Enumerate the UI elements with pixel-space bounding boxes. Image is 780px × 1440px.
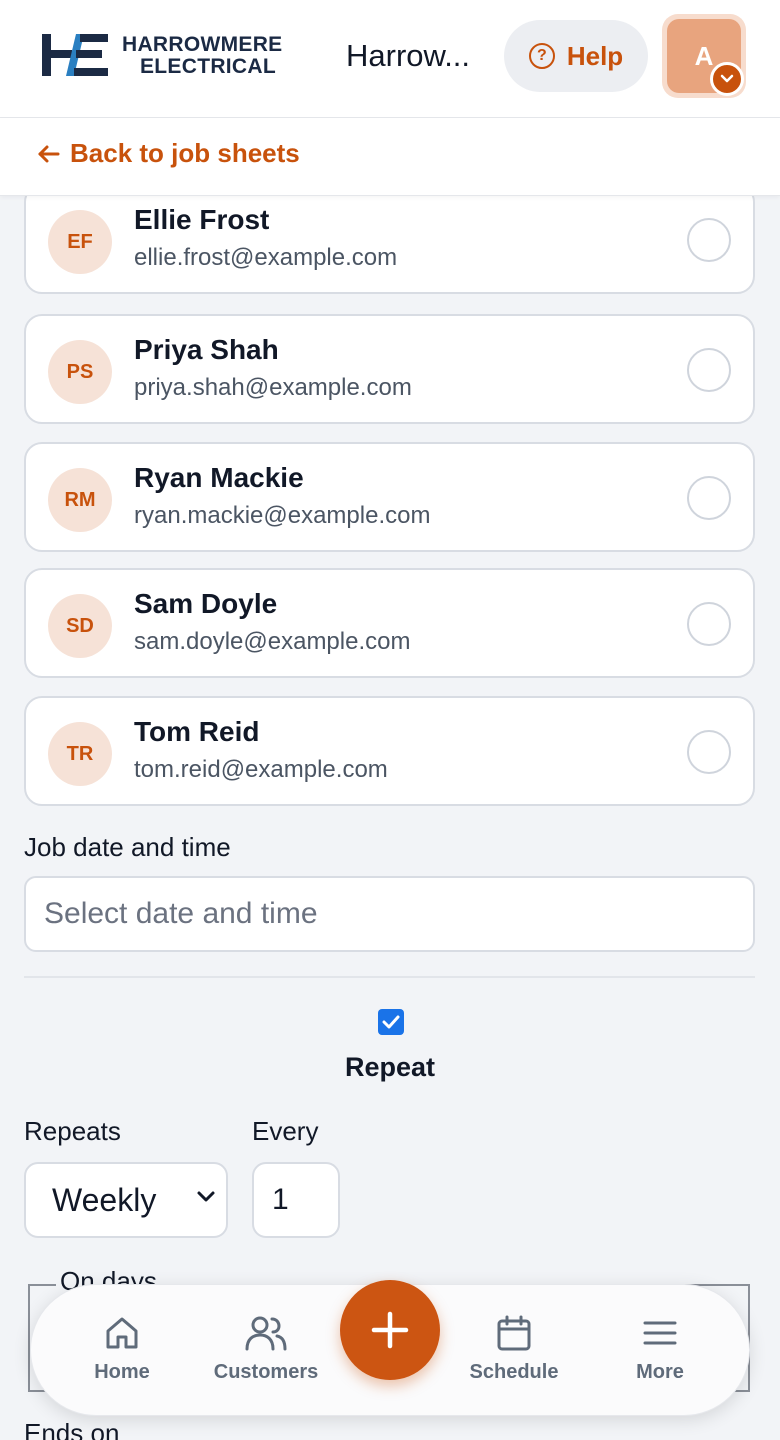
nav-home[interactable]: Home — [57, 1313, 187, 1384]
assignee-radio[interactable] — [687, 348, 731, 392]
assignee-option[interactable]: SD Sam Doyle sam.doyle@example.com — [24, 568, 755, 678]
every-label: Every — [252, 1116, 319, 1146]
repeats-select[interactable]: Weekly — [24, 1162, 228, 1238]
assignee-initials: TR — [48, 722, 112, 786]
assignee-name: Priya Shah — [134, 334, 279, 365]
question-circle-icon: ? — [528, 43, 555, 69]
assignee-name: Ellie Frost — [134, 204, 270, 235]
chevron-down-icon — [710, 62, 744, 96]
brand-wordmark: HARROWMERE ELECTRICAL — [122, 34, 283, 78]
help-label: Help — [566, 40, 624, 71]
assignee-initials: SD — [48, 594, 112, 658]
assignee-radio[interactable] — [687, 602, 731, 646]
chevron-down-icon — [197, 1191, 215, 1202]
assignee-email: ellie.frost@example.com — [134, 244, 398, 271]
add-button[interactable] — [340, 1280, 440, 1380]
assignee-name: Tom Reid — [134, 716, 260, 747]
brand-logo-mark-icon — [42, 34, 108, 76]
assignee-initials: EF — [48, 210, 112, 274]
repeats-label: Repeats — [24, 1116, 121, 1146]
help-button[interactable]: ? Help — [504, 20, 648, 92]
ends-on-label: Ends on — [24, 1418, 120, 1440]
job-date-input[interactable] — [24, 876, 755, 952]
assignee-option[interactable]: EF Ellie Frost ellie.frost@example.com — [24, 196, 755, 294]
users-icon — [245, 1316, 287, 1351]
assignee-radio[interactable] — [687, 218, 731, 262]
assignee-option[interactable]: TR Tom Reid tom.reid@example.com — [24, 696, 755, 806]
assignee-option[interactable]: PS Priya Shah priya.shah@example.com — [24, 314, 755, 424]
back-to-job-sheets-link[interactable]: Back to job sheets — [36, 138, 300, 169]
repeats-select-value: Weekly — [52, 1181, 157, 1218]
nav-customers[interactable]: Customers — [201, 1313, 331, 1384]
assignee-name: Sam Doyle — [134, 588, 278, 619]
home-icon — [106, 1317, 138, 1349]
every-interval-value: 1 — [272, 1183, 289, 1216]
back-bar: Back to job sheets — [0, 118, 780, 196]
nav-home-label: Home — [94, 1361, 150, 1383]
repeat-label: Repeat — [344, 1052, 436, 1082]
nav-more-label: More — [636, 1361, 684, 1383]
assignee-email: ryan.mackie@example.com — [134, 502, 431, 529]
assignee-email: tom.reid@example.com — [134, 756, 388, 783]
nav-schedule[interactable]: Schedule — [449, 1313, 579, 1384]
app-title: Harrow... — [346, 38, 471, 73]
assignee-initials: RM — [48, 468, 112, 532]
job-date-label: Job date and time — [24, 832, 231, 862]
brand-line-1: HARROWMERE — [122, 33, 283, 56]
assignee-name: Ryan Mackie — [134, 462, 304, 493]
calendar-icon — [497, 1315, 531, 1351]
brand-line-2: ELECTRICAL — [140, 55, 276, 78]
nav-more[interactable]: More — [595, 1313, 725, 1384]
arrow-left-icon — [38, 145, 60, 162]
assignee-radio[interactable] — [687, 730, 731, 774]
back-link-label: Back to job sheets — [70, 138, 300, 168]
app-header: HARROWMERE ELECTRICAL Harrow... ? Help A — [0, 0, 780, 118]
assignee-initials: PS — [48, 340, 112, 404]
assignee-email: priya.shah@example.com — [134, 374, 412, 401]
job-form: EF Ellie Frost ellie.frost@example.com P… — [0, 196, 780, 1440]
assignee-option[interactable]: RM Ryan Mackie ryan.mackie@example.com — [24, 442, 755, 552]
section-divider — [24, 976, 755, 978]
menu-icon — [643, 1321, 677, 1345]
assignee-radio[interactable] — [687, 476, 731, 520]
repeat-checkbox[interactable] — [378, 1009, 404, 1035]
nav-schedule-label: Schedule — [469, 1361, 559, 1383]
assignee-email: sam.doyle@example.com — [134, 628, 411, 655]
every-interval-input[interactable]: 1 — [252, 1162, 340, 1238]
brand-logo[interactable]: HARROWMERE ELECTRICAL — [40, 32, 310, 80]
user-menu-button[interactable]: A — [662, 14, 746, 98]
plus-icon — [371, 1311, 409, 1349]
nav-customers-label: Customers — [213, 1361, 319, 1383]
checkmark-icon — [382, 1015, 400, 1029]
